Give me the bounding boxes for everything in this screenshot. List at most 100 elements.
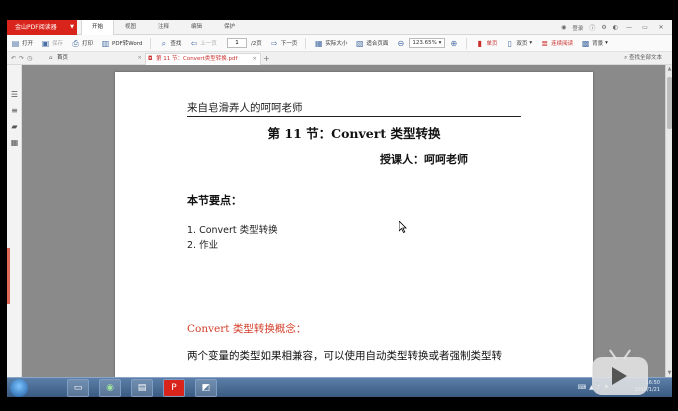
explorer-taskbar-icon[interactable]: ▭ xyxy=(67,379,89,397)
history-icon[interactable]: ◷ xyxy=(27,55,35,62)
search-icon: ⌕ xyxy=(161,38,167,48)
zoom-out-icon[interactable]: ⊖ xyxy=(396,39,405,48)
thumbnail-icon[interactable]: ▦ xyxy=(10,138,19,147)
open-label: 打开 xyxy=(22,41,34,47)
tab-view[interactable]: 视图 xyxy=(114,20,147,35)
folder-icon: ▤ xyxy=(11,38,20,48)
body-paragraph: 两个变量的类型如果相兼容，可以使用自动类型转换或者强制类型转 xyxy=(187,350,502,362)
user-icon[interactable]: ◉ xyxy=(561,24,566,31)
close-icon[interactable]: × xyxy=(252,54,257,65)
fit-page-button[interactable]: ▧ 适合页面 xyxy=(355,39,388,48)
tab-document[interactable]: ◘ 第 11 节：Convert类型转换.pdf × xyxy=(145,53,261,65)
lecturer-line: 授课人：呵呵老师 xyxy=(380,153,468,166)
maximize-button[interactable]: ▭ xyxy=(640,24,650,31)
document-title: 第 11 节：Convert 类型转换 xyxy=(267,126,441,141)
play-icon xyxy=(612,367,627,385)
gear-icon[interactable]: ⚙ xyxy=(601,24,606,31)
tab-protect[interactable]: 保护 xyxy=(213,20,246,35)
ribbon-tabs: 开始 视图 注释 编辑 保护 xyxy=(81,20,246,36)
continuous-reading-button[interactable]: ≣ 连续阅读 xyxy=(540,39,573,48)
pdf-to-word-button[interactable]: ▥ PDF转Word xyxy=(101,39,143,48)
sidebar-marker xyxy=(7,248,10,304)
info-icon[interactable]: ⓘ xyxy=(589,23,595,32)
app-menu-label: 金山PDF阅读器 xyxy=(15,24,57,31)
background-label: 背景 xyxy=(592,41,604,47)
tab-home[interactable]: ⌂ 首页 × xyxy=(47,53,145,65)
list-item: 2. 作业 xyxy=(187,240,219,251)
toolbar-divider xyxy=(305,37,307,49)
skin-icon[interactable]: ◐ xyxy=(613,24,618,31)
background-icon: ▩ xyxy=(581,38,590,48)
chevron-down-icon: ▼ xyxy=(70,24,74,30)
single-page-label: 单页 xyxy=(486,41,498,47)
close-icon[interactable]: × xyxy=(137,53,142,64)
save-button[interactable]: ▣ 保存 xyxy=(41,39,63,48)
double-page-button[interactable]: ▯ 双页 ▾ xyxy=(505,39,532,48)
tab-home-label: 首页 xyxy=(57,55,69,61)
close-button[interactable]: ✕ xyxy=(656,24,666,31)
zoom-in-icon[interactable]: ⊕ xyxy=(449,39,458,48)
browser-taskbar-icon[interactable]: ◉ xyxy=(99,379,121,397)
continuous-label: 连续阅读 xyxy=(551,41,574,47)
actual-size-button[interactable]: ▦ 实际大小 xyxy=(314,39,347,48)
minimize-button[interactable]: — xyxy=(624,24,634,31)
vertical-scrollbar[interactable]: ▲ ▼ xyxy=(665,65,672,377)
save-label: 保存 xyxy=(52,41,64,47)
pdf-reader-taskbar-icon[interactable]: P xyxy=(163,379,185,397)
tab-edit[interactable]: 编辑 xyxy=(180,20,213,35)
comment-icon[interactable]: ▰ xyxy=(10,122,19,131)
find-button[interactable]: ⌕ 查找 xyxy=(159,38,182,48)
app-taskbar-icon[interactable]: ◩ xyxy=(195,379,217,397)
scroll-down-icon[interactable]: ▼ xyxy=(666,370,672,376)
next-page-button[interactable]: ⇨ 下一页 xyxy=(270,38,297,48)
arrow-left-icon: ⇦ xyxy=(190,38,198,48)
background-button[interactable]: ▩ 背景 ▾ xyxy=(581,39,608,48)
new-tab-button[interactable]: + xyxy=(263,52,270,65)
double-page-icon: ▯ xyxy=(507,38,513,48)
video-play-overlay[interactable] xyxy=(588,349,652,397)
concept-heading: Convert 类型转换概念： xyxy=(187,323,307,335)
outline-icon[interactable]: ☰ xyxy=(10,90,19,99)
prev-page-label: 上一页 xyxy=(200,41,217,47)
redo-icon[interactable]: ↷ xyxy=(19,55,27,62)
document-taskbar-icon[interactable]: ▤ xyxy=(131,379,153,397)
find-all-text-input[interactable]: ⌕ 查找全部文本 xyxy=(624,52,662,65)
title-controls: ◉ 登录 ⓘ ⚙ ◐ — ▭ ✕ xyxy=(561,20,672,35)
page-navigator: /2页 xyxy=(225,38,262,48)
pdf-to-word-label: PDF转Word xyxy=(112,41,143,47)
tab-annotate[interactable]: 注释 xyxy=(147,20,180,35)
arrow-right-icon: ⇨ xyxy=(270,38,278,48)
history-nav: ↶↷◷ xyxy=(11,52,35,65)
document-viewer[interactable]: 来自皂滑弄人的呵呵老师 第 11 节：Convert 类型转换 授课人：呵呵老师… xyxy=(22,65,665,377)
undo-icon[interactable]: ↶ xyxy=(11,55,19,62)
main-toolbar: ▤打开 ▣保存 ⎙打印 ▥PDF转Word ⌕查找 ⇦上一页 /2页 ⇨下一页 … xyxy=(7,35,672,52)
title-bar: 金山PDF阅读器 ▼ 开始 视图 注释 编辑 保护 ◉ 登录 ⓘ ⚙ ◐ — ▭… xyxy=(7,20,672,36)
zoom-select[interactable]: 123.65% ▾ xyxy=(409,38,446,48)
double-page-label: 双页 xyxy=(516,41,528,47)
document-tab-bar: ↶↷◷ ⌂ 首页 × ◘ 第 11 节：Convert类型转换.pdf × + … xyxy=(7,52,672,65)
os-taskbar: ▭ ◉ ▤ P ◩ ⌨▲♪⚑ 16:50 2018/1/21 xyxy=(7,377,672,397)
print-button[interactable]: ⎙ 打印 xyxy=(71,39,93,48)
left-sidebar: ☰ ≡ ▰ ▦ xyxy=(7,65,22,377)
tab-document-label: 第 11 节：Convert类型转换.pdf xyxy=(156,56,238,62)
scroll-up-icon[interactable]: ▲ xyxy=(666,66,672,72)
open-button[interactable]: ▤ 打开 xyxy=(11,39,33,48)
find-label: 查找 xyxy=(170,41,182,47)
page-number-input[interactable] xyxy=(226,38,247,48)
toolbar-divider xyxy=(466,37,468,49)
start-button[interactable] xyxy=(10,379,28,397)
print-label: 打印 xyxy=(82,41,94,47)
toolbar-divider xyxy=(150,37,152,49)
continuous-icon: ≣ xyxy=(541,38,548,48)
bookmark-list-icon[interactable]: ≡ xyxy=(10,106,19,115)
tab-start[interactable]: 开始 xyxy=(81,20,114,36)
page-header: 来自皂滑弄人的呵呵老师 xyxy=(187,100,521,117)
section-heading: 本节要点： xyxy=(187,194,242,207)
single-page-button[interactable]: ▮ 单页 xyxy=(475,39,498,48)
scrollbar-thumb[interactable] xyxy=(667,77,672,129)
prev-page-button[interactable]: ⇦ 上一页 xyxy=(189,39,217,48)
fit-page-icon: ▧ xyxy=(356,38,364,48)
app-menu-button[interactable]: 金山PDF阅读器 ▼ xyxy=(7,20,77,35)
pdf-page: 来自皂滑弄人的呵呵老师 第 11 节：Convert 类型转换 授课人：呵呵老师… xyxy=(115,72,593,377)
login-button[interactable]: 登录 xyxy=(572,24,583,32)
